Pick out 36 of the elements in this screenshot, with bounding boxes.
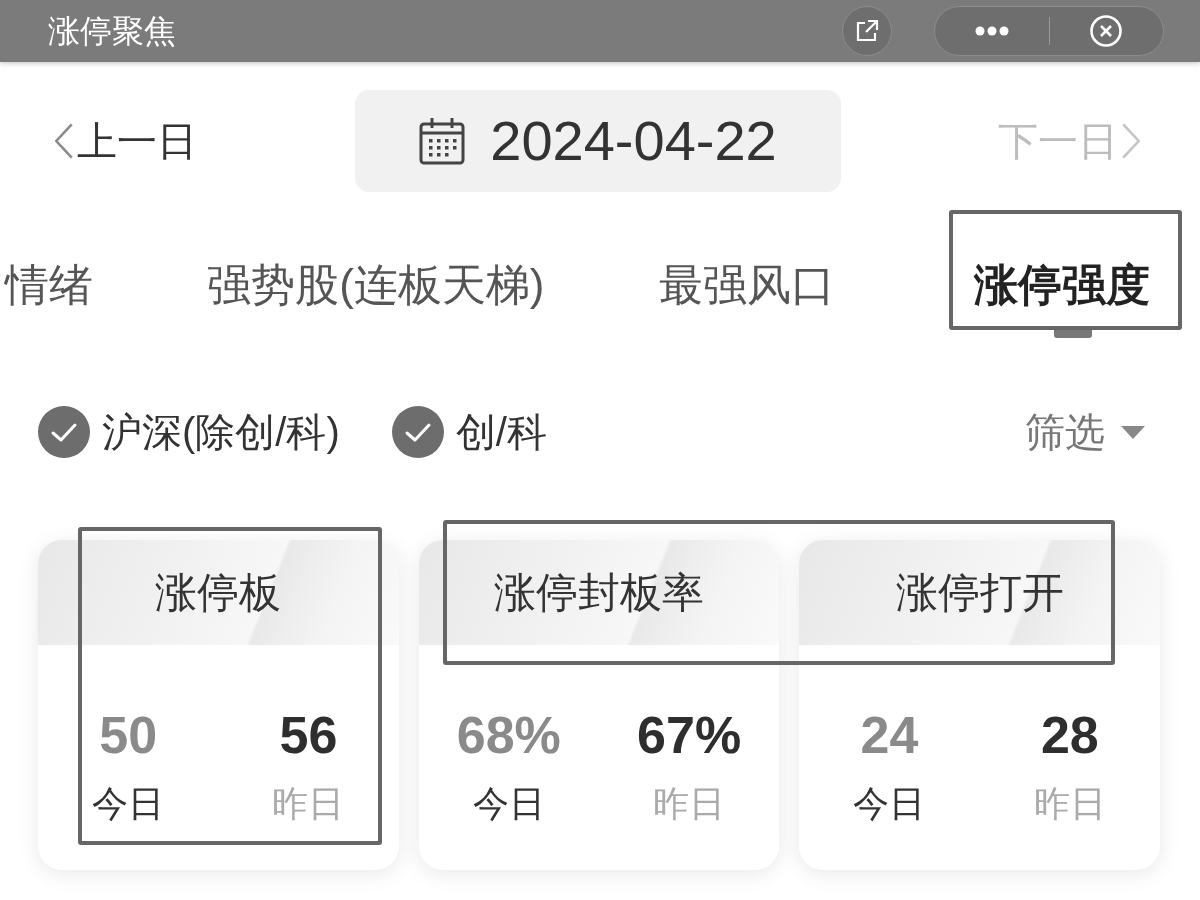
close-icon [1090,15,1123,47]
more-icon [974,26,1009,36]
today-value: 68% [456,707,561,763]
filter-label[interactable]: 创/科 [455,408,547,456]
today-value: 50 [99,707,158,763]
chevron-right-icon [1122,122,1140,160]
tab[interactable]: 强势股(连板天梯) [207,214,545,326]
card-title: 涨停板 [155,567,282,618]
card-title: 涨停封板率 [494,567,704,618]
tab[interactable]: 情绪 [5,214,93,326]
calendar-icon [418,117,467,165]
yesterday-label: 昨日 [653,783,726,825]
yesterday-value: 56 [279,707,338,763]
filter-dropdown[interactable]: 筛选 [1025,408,1145,456]
check-circle-icon[interactable] [38,406,90,458]
yesterday-value: 28 [1040,707,1099,763]
tab-underline [1054,330,1093,338]
share-icon [855,19,879,43]
today-label: 今日 [472,783,545,825]
today-value: 24 [860,707,919,763]
share-button[interactable] [842,6,892,56]
today-label: 今日 [92,783,165,825]
filter-label[interactable]: 沪深(除创/科) [102,408,340,456]
yesterday-value: 67% [637,707,742,763]
prev-day-button[interactable]: 上一日 [55,117,197,165]
yesterday-label: 昨日 [272,783,345,825]
tab[interactable]: 最强风口 [658,214,835,326]
date-picker[interactable]: 2024-04-22 [354,90,841,192]
page-title: 涨停聚焦 [48,12,176,51]
tab[interactable]: 涨停强度 [973,214,1150,326]
check-circle-icon[interactable] [391,406,444,458]
caret-down-icon [1121,425,1145,439]
chevron-left-icon [55,122,73,160]
yesterday-label: 昨日 [1033,783,1106,825]
card-title: 涨停打开 [895,567,1064,618]
today-label: 今日 [853,783,926,825]
